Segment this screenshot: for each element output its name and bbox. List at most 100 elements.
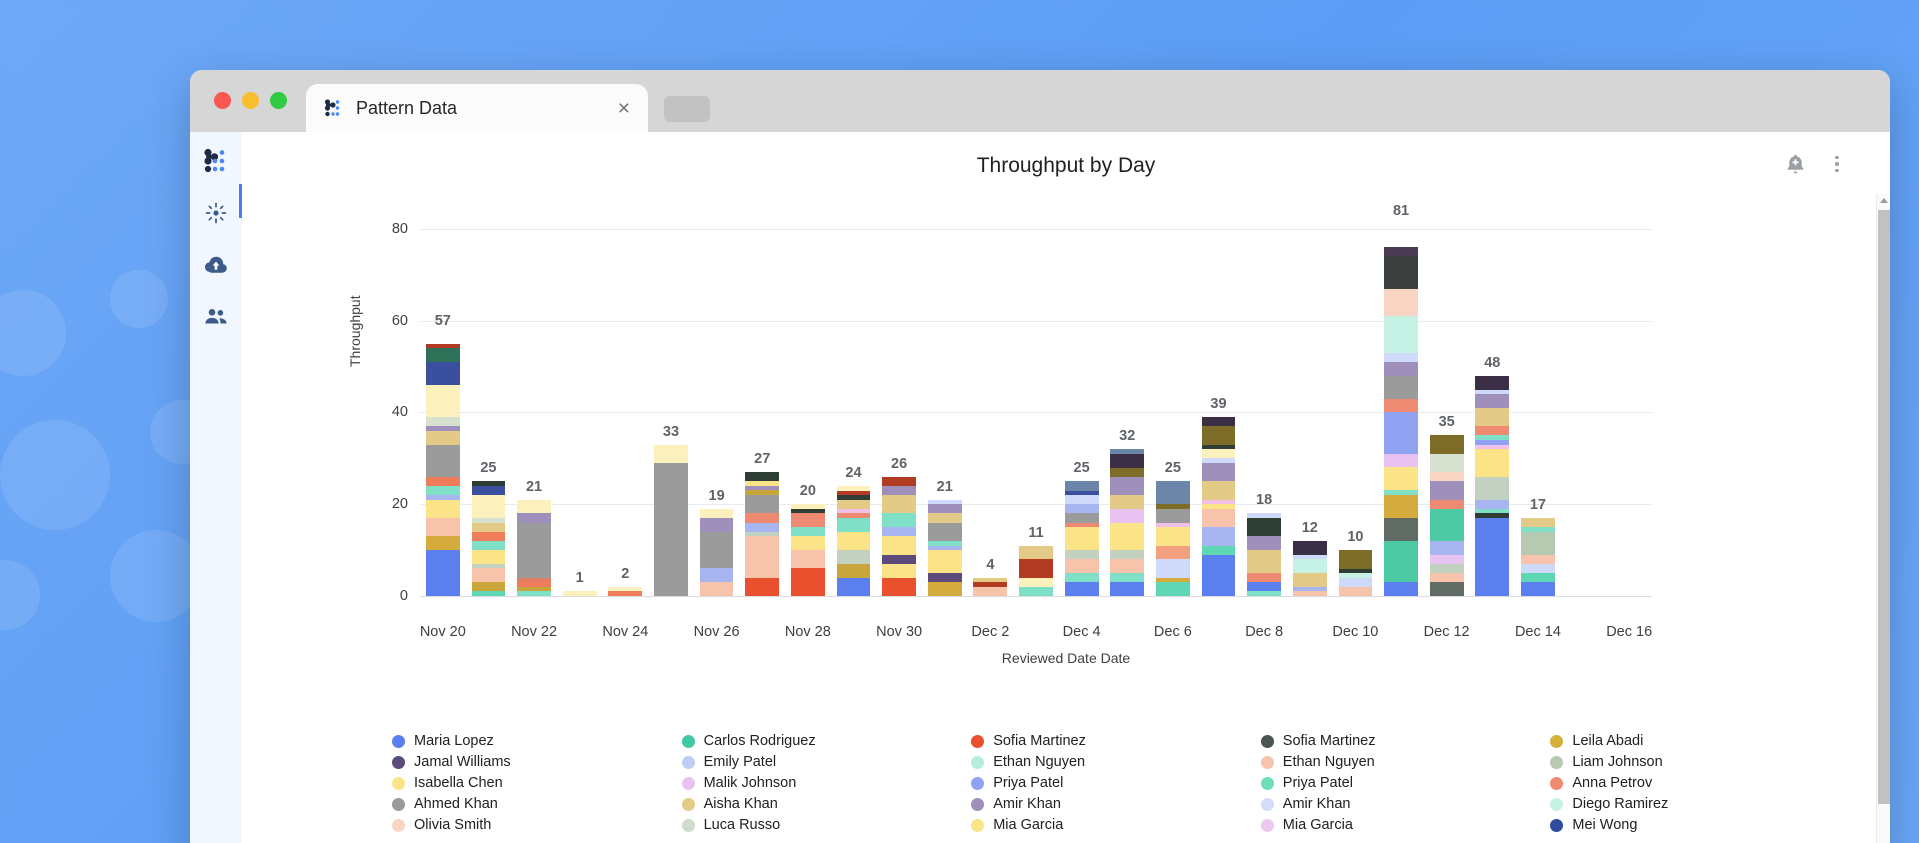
bar-segment[interactable] (1201, 508, 1236, 528)
bar-segment[interactable] (699, 508, 734, 518)
bar-segment[interactable] (471, 485, 506, 496)
bar-segment[interactable] (1064, 573, 1099, 583)
bar-segment[interactable] (1475, 375, 1510, 390)
legend-item[interactable]: Ethan Nguyen (1260, 753, 1541, 771)
legend-item[interactable]: Olivia Smith (392, 816, 672, 834)
legend-item[interactable]: Amir Khan (1260, 795, 1541, 813)
sidebar-item-team[interactable] (199, 302, 233, 336)
bar-segment[interactable] (1384, 540, 1418, 583)
bar-segment[interactable] (1110, 495, 1145, 509)
bar-segment[interactable] (1384, 467, 1418, 491)
bar-segment[interactable] (1156, 545, 1190, 560)
bar-column[interactable]: 19 (699, 488, 734, 596)
scroll-up-arrow-icon[interactable] (1879, 198, 1888, 203)
bar-column[interactable]: 57 (425, 313, 460, 596)
bar-segment[interactable] (1384, 453, 1418, 468)
legend-item[interactable]: Diego Ramirez (1550, 795, 1830, 813)
legend-item[interactable]: Liam Johnson (1550, 753, 1830, 771)
bar-segment[interactable] (1384, 316, 1418, 353)
legend-item[interactable]: Jamal Williams (392, 753, 672, 771)
bar-segment[interactable] (882, 495, 916, 514)
bar-segment[interactable] (745, 522, 780, 532)
bar-segment[interactable] (1475, 394, 1510, 408)
bar-segment[interactable] (836, 563, 871, 578)
bar-segment[interactable] (1384, 352, 1418, 362)
bar-segment[interactable] (1338, 586, 1373, 596)
bar-segment[interactable] (1384, 361, 1418, 376)
bar-segment[interactable] (882, 527, 916, 537)
bar-segment[interactable] (1201, 554, 1236, 596)
bar-segment[interactable] (882, 577, 916, 596)
bar-segment[interactable] (1292, 573, 1327, 587)
bar-segment[interactable] (1019, 545, 1053, 560)
legend-item[interactable]: Ahmed Khan (392, 795, 672, 813)
bar-segment[interactable] (745, 472, 780, 482)
bell-add-icon[interactable] (1784, 152, 1806, 176)
bar-segment[interactable] (1110, 582, 1145, 596)
bar-segment[interactable] (1384, 517, 1418, 541)
bar-segment[interactable] (1338, 550, 1373, 569)
bar-segment[interactable] (1384, 288, 1418, 317)
bar-column[interactable]: 1 (562, 570, 597, 596)
bar-segment[interactable] (1384, 582, 1418, 596)
bar-column[interactable]: 11 (1019, 525, 1053, 596)
bar-segment[interactable] (1384, 375, 1418, 399)
bar-segment[interactable] (836, 517, 871, 532)
legend-item[interactable]: Priya Patel (1260, 774, 1541, 792)
bar-segment[interactable] (425, 499, 460, 518)
kebab-menu-icon[interactable] (1826, 152, 1848, 176)
bar-segment[interactable] (882, 476, 916, 486)
bar-column[interactable]: 48 (1475, 355, 1510, 596)
legend-item[interactable]: Maria Lopez (392, 732, 672, 750)
legend-item[interactable]: Isabella Chen (392, 774, 672, 792)
bar-segment[interactable] (517, 591, 551, 596)
bar-segment[interactable] (471, 582, 506, 592)
bar-segment[interactable] (790, 550, 825, 569)
bar-segment[interactable] (790, 568, 825, 596)
bar-segment[interactable] (1521, 554, 1555, 564)
bar-segment[interactable] (1429, 435, 1464, 454)
bar-segment[interactable] (882, 554, 916, 564)
bar-segment[interactable] (517, 513, 551, 523)
bar-segment[interactable] (1064, 481, 1099, 491)
bar-segment[interactable] (1064, 504, 1099, 514)
bar-column[interactable]: 25 (1156, 460, 1190, 596)
bar-segment[interactable] (425, 536, 460, 551)
bar-segment[interactable] (836, 531, 871, 551)
bar-segment[interactable] (1064, 527, 1099, 551)
bar-segment[interactable] (1384, 398, 1418, 413)
legend-item[interactable]: Mei Wong (1550, 816, 1830, 834)
bar-segment[interactable] (1201, 545, 1236, 555)
bar-segment[interactable] (790, 527, 825, 537)
bar-segment[interactable] (1064, 513, 1099, 523)
bar-segment[interactable] (1338, 577, 1373, 587)
close-tab-button[interactable]: × (614, 98, 634, 119)
bar-segment[interactable] (425, 485, 460, 496)
bar-segment[interactable] (425, 361, 460, 385)
bar-segment[interactable] (1110, 559, 1145, 574)
bar-segment[interactable] (699, 582, 734, 596)
sidebar-item-pattern[interactable] (199, 146, 233, 180)
bar-segment[interactable] (471, 591, 506, 596)
bar-segment[interactable] (1475, 517, 1510, 596)
bar-segment[interactable] (1429, 563, 1464, 574)
legend-item[interactable]: Emily Patel (681, 753, 962, 771)
legend-item[interactable]: Ethan Nguyen (971, 753, 1251, 771)
bar-segment[interactable] (1475, 426, 1510, 436)
bar-segment[interactable] (1384, 495, 1418, 518)
minimize-window-button[interactable] (242, 92, 259, 109)
bar-segment[interactable] (471, 522, 506, 532)
bar-segment[interactable] (1201, 449, 1236, 459)
bar-segment[interactable] (1475, 449, 1510, 477)
bar-segment[interactable] (1292, 591, 1327, 596)
bar-segment[interactable] (1110, 467, 1145, 477)
bar-column[interactable]: 10 (1338, 529, 1373, 596)
bar-segment[interactable] (927, 504, 962, 514)
bar-segment[interactable] (1110, 453, 1145, 468)
bar-segment[interactable] (654, 462, 688, 596)
maximize-window-button[interactable] (270, 92, 287, 109)
bar-segment[interactable] (425, 430, 460, 445)
bar-segment[interactable] (882, 563, 916, 578)
bar-column[interactable]: 27 (745, 451, 780, 596)
close-window-button[interactable] (214, 92, 231, 109)
